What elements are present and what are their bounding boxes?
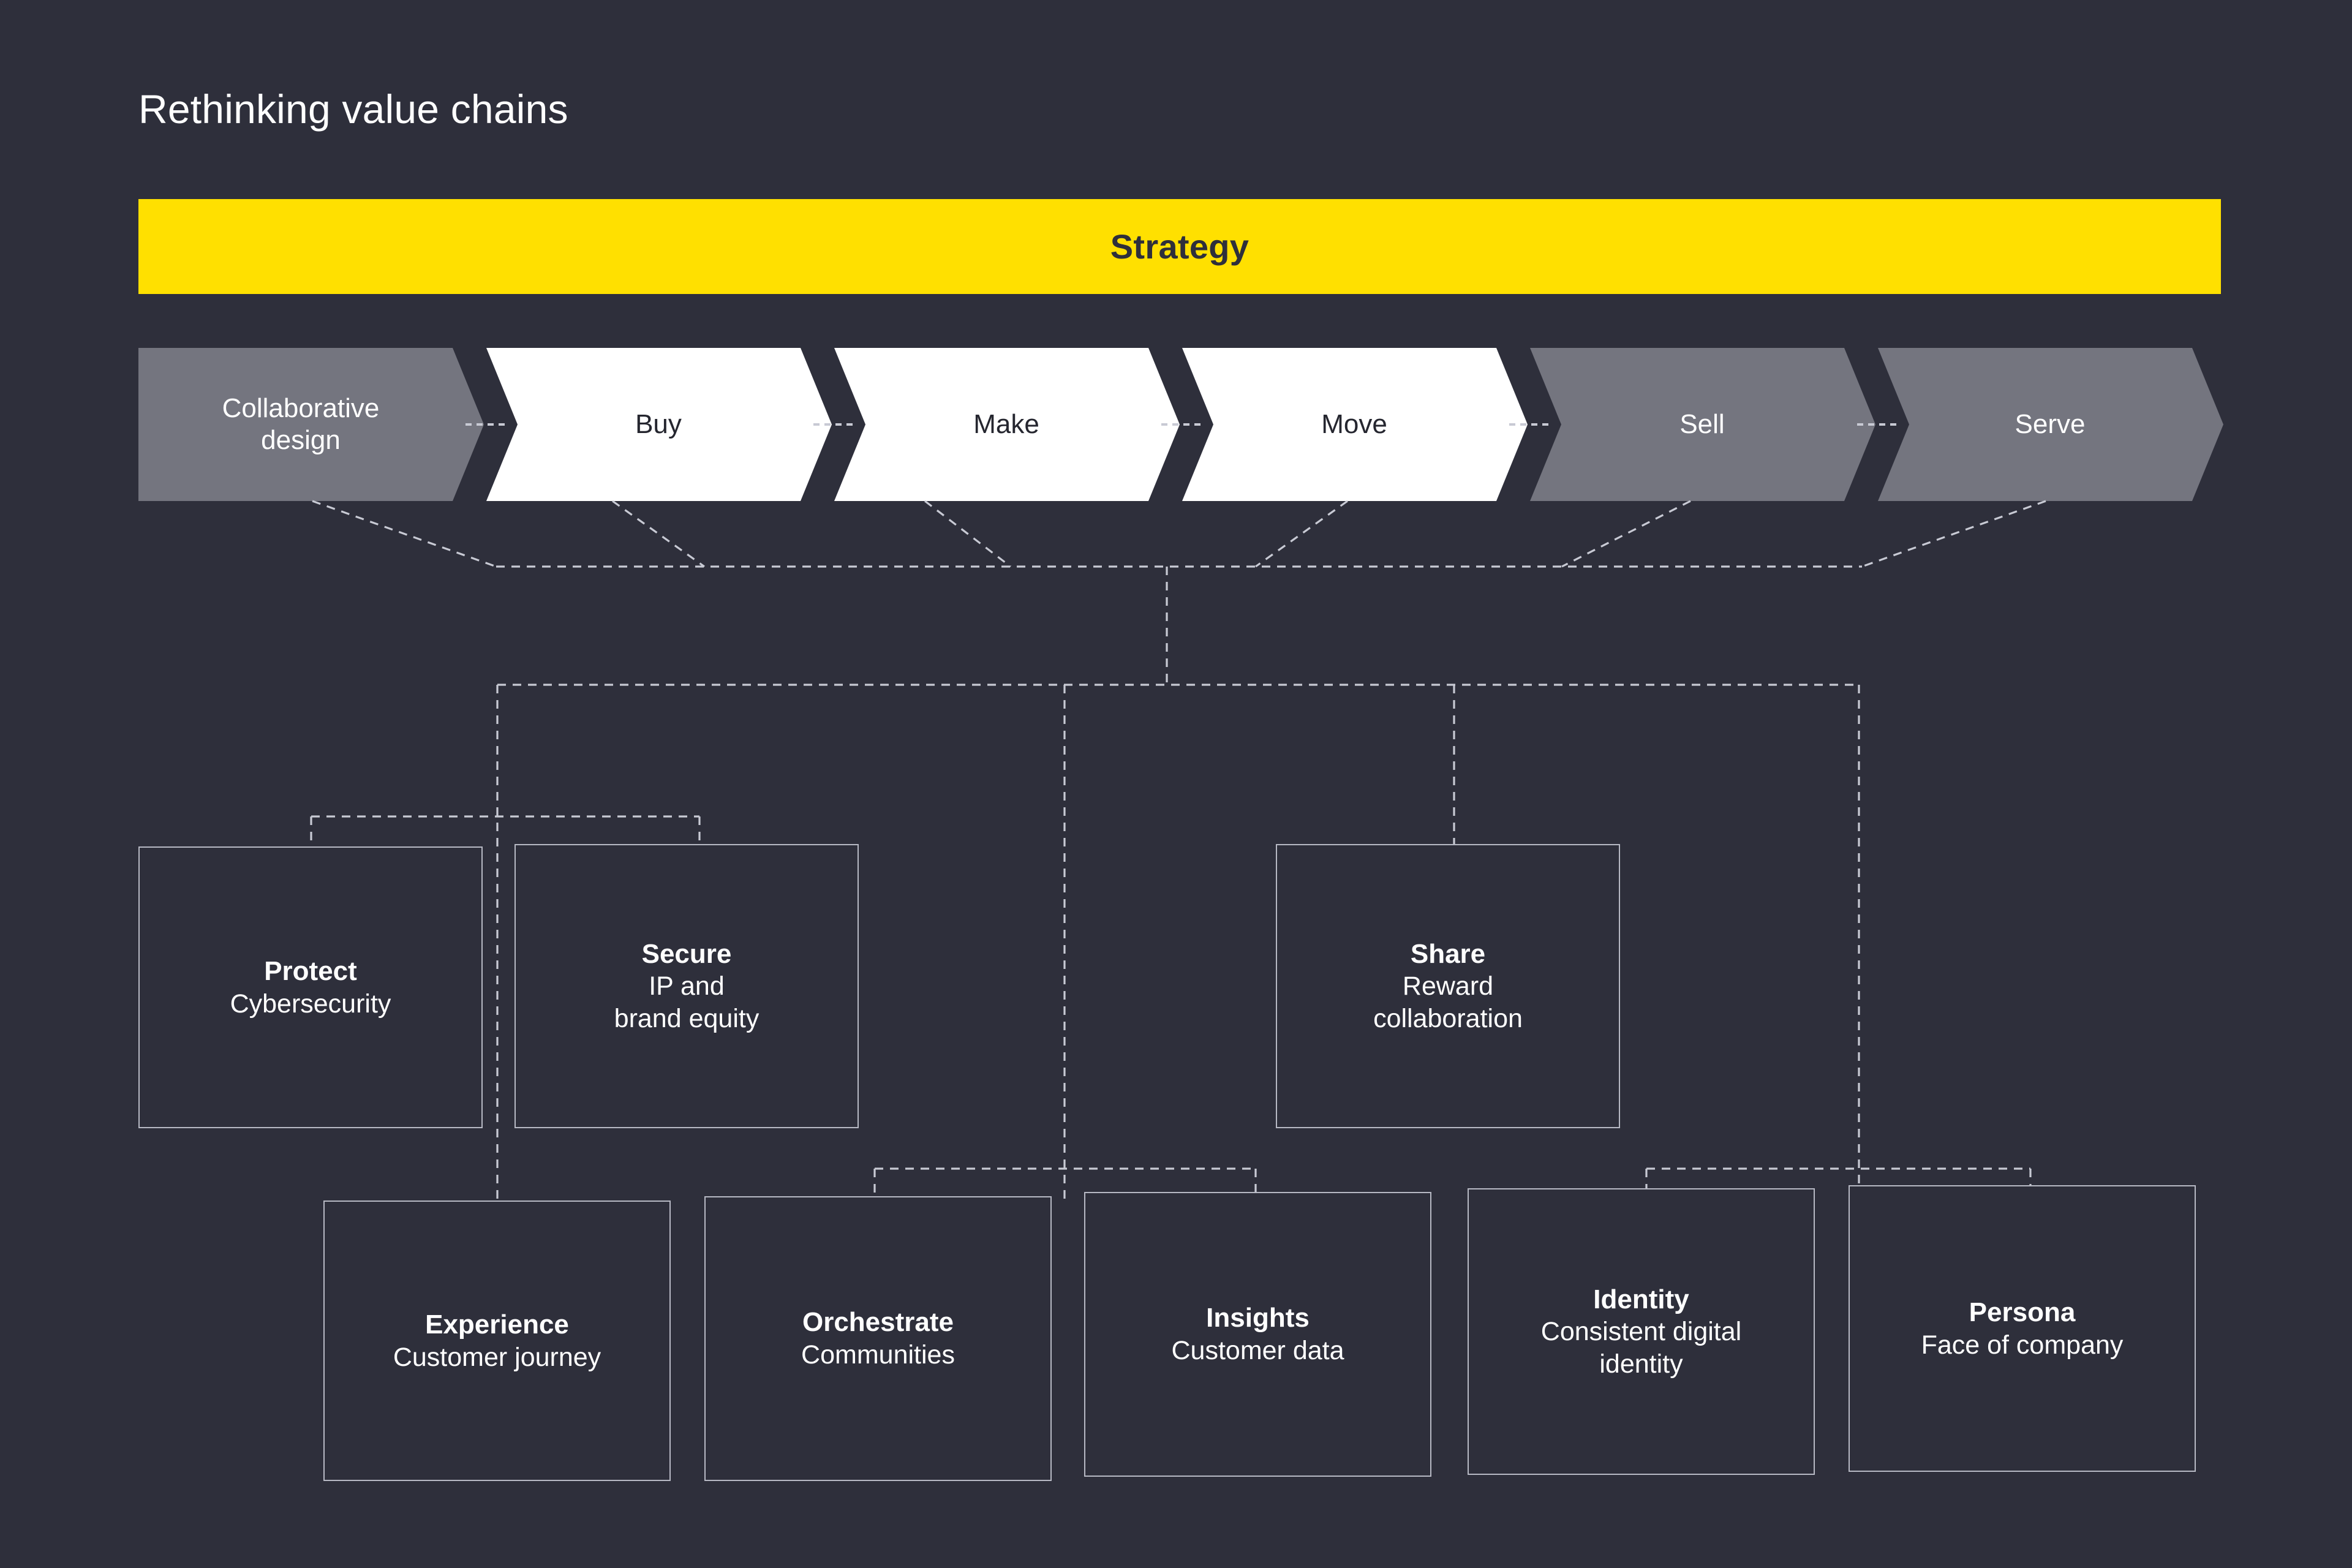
capability-subtitle: Communities xyxy=(801,1340,955,1370)
capability-subtitle: Face of company xyxy=(1921,1330,2124,1360)
capability-subtitle: Customer journey xyxy=(393,1342,601,1372)
capability-title: Secure xyxy=(641,938,732,969)
capability-title: Insights xyxy=(1206,1303,1310,1333)
chevron-label-make[interactable]: Make xyxy=(862,348,1150,501)
capability-box-persona[interactable]: Persona Face of company xyxy=(1849,1185,2196,1472)
capability-box-protect[interactable]: Protect Cybersecurity xyxy=(138,846,483,1128)
strategy-band: Strategy xyxy=(138,199,2221,294)
capability-subtitle: Cybersecurity xyxy=(230,989,391,1019)
capability-box-identity[interactable]: Identity Consistent digital identity xyxy=(1468,1188,1815,1475)
capability-subtitle: Customer data xyxy=(1171,1336,1344,1366)
capability-subtitle: IP and brand equity xyxy=(614,971,760,1033)
page-title: Rethinking value chains xyxy=(138,86,568,132)
chevron-label-buy[interactable]: Buy xyxy=(514,348,802,501)
capability-subtitle: Reward collaboration xyxy=(1373,971,1523,1033)
capability-subtitle: Consistent digital identity xyxy=(1540,1317,1742,1379)
connector-lines-row1-bracket xyxy=(310,815,701,846)
chevron-label-move[interactable]: Move xyxy=(1210,348,1498,501)
capability-box-orchestrate[interactable]: Orchestrate Communities xyxy=(704,1196,1052,1481)
capability-box-share[interactable]: Share Reward collaboration xyxy=(1276,844,1620,1128)
chevron-label-serve[interactable]: Serve xyxy=(1906,348,2194,501)
capability-title: Identity xyxy=(1593,1284,1689,1314)
capability-box-experience[interactable]: Experience Customer journey xyxy=(323,1200,671,1481)
capability-title: Protect xyxy=(264,956,357,986)
chevron-label-sell[interactable]: Sell xyxy=(1558,348,1846,501)
slide-canvas: Rethinking value chains Strategy Collabo… xyxy=(0,0,2352,1568)
connector-lines-upper xyxy=(312,500,2046,685)
capability-title: Persona xyxy=(1969,1297,2076,1327)
capability-title: Share xyxy=(1410,938,1486,969)
capability-box-secure[interactable]: Secure IP and brand equity xyxy=(514,844,859,1128)
capability-title: Experience xyxy=(425,1309,569,1340)
strategy-label: Strategy xyxy=(1110,227,1250,266)
capability-box-insights[interactable]: Insights Customer data xyxy=(1084,1192,1431,1477)
capability-title: Orchestrate xyxy=(802,1307,954,1338)
chevron-label-collaborative-design[interactable]: Collaborative design xyxy=(157,348,445,501)
